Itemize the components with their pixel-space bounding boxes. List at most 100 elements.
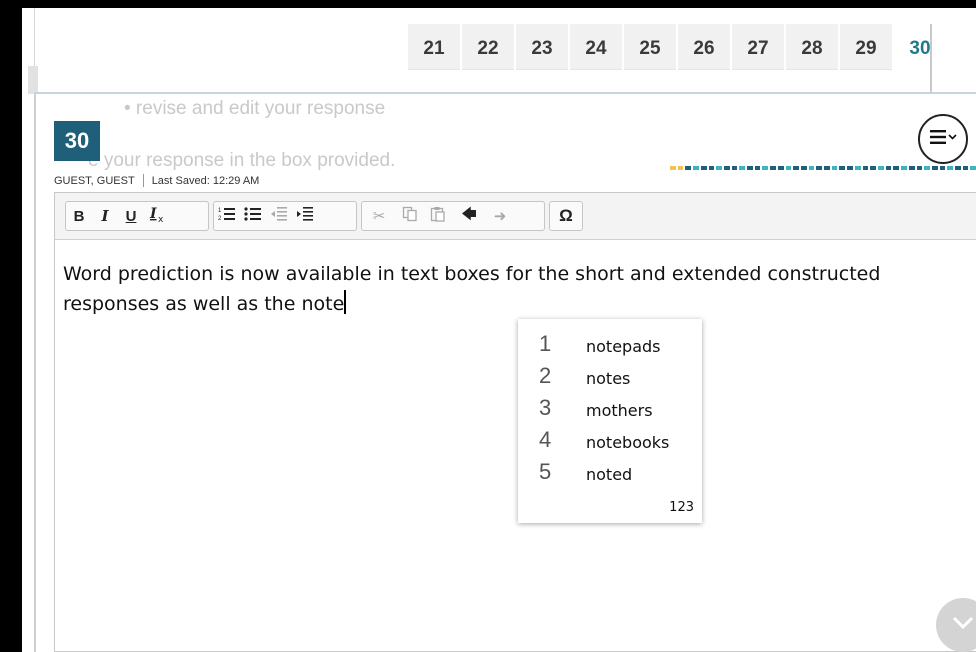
undo-button[interactable]: 🡄 bbox=[452, 202, 486, 230]
cut-icon: ✂ bbox=[372, 208, 386, 225]
progress-segment bbox=[824, 166, 830, 170]
progress-segment bbox=[931, 166, 938, 170]
suggestion-item[interactable]: 1 notepads bbox=[518, 331, 702, 363]
progress-segment bbox=[677, 166, 684, 170]
tab-number: 27 bbox=[747, 38, 769, 59]
progress-segment bbox=[924, 166, 930, 170]
response-text: Word prediction is now available in text… bbox=[63, 263, 881, 315]
bold-icon: B bbox=[73, 207, 85, 225]
numbered-list-icon: 12 bbox=[218, 206, 236, 226]
instruction-line: • revise and edit your response bbox=[124, 98, 386, 119]
indent-button[interactable] bbox=[292, 202, 318, 230]
header-divider bbox=[36, 92, 976, 94]
instruction-line: e your response in the box provided. bbox=[88, 150, 396, 171]
suggestion-item[interactable]: 3 mothers bbox=[518, 395, 702, 427]
tab-question-21[interactable]: 21 bbox=[408, 24, 462, 95]
progress-segment bbox=[947, 166, 954, 170]
progress-segment bbox=[901, 166, 907, 170]
suggestion-item[interactable]: 4 notebooks bbox=[518, 427, 702, 459]
bulleted-list-icon bbox=[244, 206, 262, 226]
insert-group: Ω bbox=[549, 201, 583, 231]
progress-segment bbox=[847, 166, 853, 170]
svg-text:1: 1 bbox=[218, 208, 222, 214]
progress-segment bbox=[754, 166, 761, 170]
suggestion-word: notebooks bbox=[586, 433, 670, 452]
progress-segment bbox=[877, 166, 884, 170]
progress-segment bbox=[893, 166, 900, 170]
progress-segment bbox=[862, 166, 869, 170]
tab-question-22[interactable]: 22 bbox=[462, 24, 516, 95]
user-bar: GUEST, GUEST Last Saved: 12:29 AM bbox=[54, 174, 259, 187]
suggestion-number: 5 bbox=[539, 459, 552, 484]
bold-button[interactable]: B bbox=[66, 202, 92, 230]
progress-segment bbox=[785, 166, 792, 170]
suggestion-item[interactable]: 2 notes bbox=[518, 363, 702, 395]
suggestion-word: notes bbox=[586, 369, 631, 388]
tab-number: 30 bbox=[909, 38, 931, 59]
suggestion-word: notepads bbox=[586, 337, 661, 356]
underline-button[interactable]: U bbox=[118, 202, 144, 230]
redo-button[interactable]: ➜ bbox=[486, 202, 514, 230]
paste-button[interactable] bbox=[424, 202, 452, 230]
last-saved: Last Saved: 12:29 AM bbox=[151, 174, 260, 187]
tab-question-26[interactable]: 26 bbox=[678, 24, 732, 95]
context-menu-button[interactable] bbox=[918, 114, 968, 164]
paste-icon bbox=[430, 206, 446, 226]
italic-button[interactable]: I bbox=[92, 202, 118, 230]
progress-segment bbox=[962, 166, 969, 170]
progress-segment bbox=[716, 166, 722, 170]
question-tab-bar: 21 22 23 24 25 26 27 28 29 30 bbox=[408, 24, 948, 95]
tab-question-24[interactable]: 24 bbox=[570, 24, 624, 95]
redo-icon: ➜ bbox=[493, 208, 507, 225]
suggestion-item[interactable]: 5 noted bbox=[518, 459, 702, 491]
editor-content[interactable]: Word prediction is now available in text… bbox=[63, 259, 903, 319]
text-caret bbox=[344, 290, 347, 314]
progress-segment bbox=[939, 166, 946, 170]
tab-question-29[interactable]: 29 bbox=[840, 24, 894, 95]
undo-icon: 🡄 bbox=[461, 205, 477, 223]
tab-number: 26 bbox=[693, 38, 715, 59]
tab-number: 21 bbox=[423, 38, 445, 59]
left-panel-tab bbox=[28, 66, 38, 94]
tab-question-27[interactable]: 27 bbox=[732, 24, 786, 95]
outdent-button[interactable] bbox=[266, 202, 292, 230]
progress-segment bbox=[885, 166, 892, 170]
response-editor[interactable]: B I U Ix 12 ✂ 🡄 ➜ Ω Word prediction is n… bbox=[54, 192, 976, 652]
progress-segment bbox=[870, 166, 876, 170]
tab-question-23[interactable]: 23 bbox=[516, 24, 570, 95]
progress-segment bbox=[800, 166, 807, 170]
tab-question-30[interactable]: 30 bbox=[894, 24, 948, 94]
question-number-badge: 30 bbox=[54, 121, 100, 161]
progress-segment bbox=[723, 166, 730, 170]
suggestion-word: noted bbox=[586, 465, 633, 484]
tab-number: 28 bbox=[801, 38, 823, 59]
clear-format-button[interactable]: Ix bbox=[144, 202, 170, 230]
progress-segment bbox=[808, 166, 815, 170]
progress-indicator bbox=[670, 166, 976, 172]
format-group: B I U Ix bbox=[65, 201, 209, 231]
clear-format-icon: Ix bbox=[148, 205, 166, 227]
suggestion-number: 2 bbox=[539, 363, 552, 388]
progress-segment bbox=[854, 166, 861, 170]
progress-segment bbox=[739, 166, 746, 170]
progress-segment bbox=[770, 166, 776, 170]
copy-button[interactable] bbox=[396, 202, 424, 230]
italic-icon: I bbox=[101, 207, 109, 225]
cut-button[interactable]: ✂ bbox=[362, 202, 396, 230]
numbered-list-button[interactable]: 12 bbox=[214, 202, 240, 230]
left-divider bbox=[34, 92, 36, 652]
progress-segment bbox=[693, 166, 699, 170]
tab-question-25[interactable]: 25 bbox=[624, 24, 678, 95]
bulleted-list-button[interactable] bbox=[240, 202, 266, 230]
svg-text:I: I bbox=[149, 206, 157, 222]
progress-segment bbox=[731, 166, 738, 170]
progress-segment bbox=[747, 166, 753, 170]
suggestion-mode-toggle[interactable]: 123 bbox=[669, 500, 694, 515]
word-prediction-popup: 1 notepads 2 notes 3 mothers 4 notebooks 5 no… bbox=[518, 319, 702, 523]
special-character-button[interactable]: Ω bbox=[550, 202, 582, 230]
indent-icon bbox=[296, 206, 314, 226]
chevron-down-icon bbox=[951, 615, 975, 636]
special-character-icon: Ω bbox=[559, 206, 573, 225]
progress-segment bbox=[916, 166, 923, 170]
tab-question-28[interactable]: 28 bbox=[786, 24, 840, 95]
